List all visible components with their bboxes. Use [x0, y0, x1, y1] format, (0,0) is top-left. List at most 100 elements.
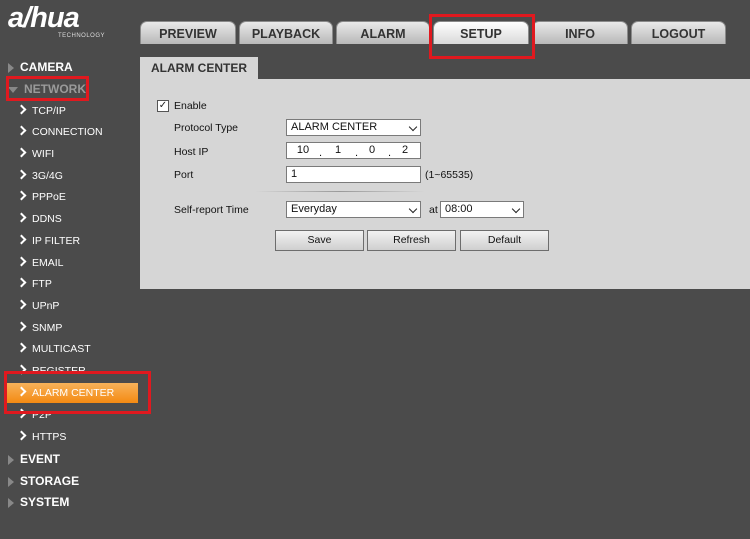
chevron-right-icon [16, 169, 27, 180]
tab-info[interactable]: INFO [532, 21, 628, 44]
sidebar-item-ftp[interactable]: FTP [16, 274, 52, 294]
sidebar-item-label: FTP [32, 278, 52, 290]
chevron-right-icon [16, 147, 27, 158]
ip-octet-4[interactable]: 2 [394, 143, 416, 158]
chevron-right-icon [16, 234, 27, 245]
collapsed-arrow-icon [8, 62, 14, 73]
tab-preview[interactable]: PREVIEW [140, 21, 236, 44]
sidebar-item-label: PPPoE [32, 191, 66, 203]
sidebar-section-storage[interactable]: STORAGE [8, 471, 79, 491]
sidebar-item-register[interactable]: REGISTER [16, 361, 86, 381]
sidebar-item-wifi[interactable]: WIFI [16, 144, 54, 164]
tab-alarm[interactable]: ALARM [336, 21, 430, 44]
host-ip-input[interactable]: 10 . 1 . 0 . 2 [286, 142, 421, 159]
sidebar-section-label: EVENT [20, 452, 61, 466]
sidebar-item-3g4g[interactable]: 3G/4G [16, 166, 63, 186]
sidebar-section-label: CAMERA [20, 60, 73, 74]
sidebar-item-label: SNMP [32, 322, 63, 334]
logo-wordmark: a/hua [8, 2, 80, 34]
sidebar-item-label: DDNS [32, 213, 62, 225]
sidebar-item-ip-filter[interactable]: IP FILTER [16, 231, 80, 251]
save-button[interactable]: Save [275, 230, 364, 251]
chevron-right-icon [16, 125, 27, 136]
chevron-down-icon [408, 122, 418, 132]
sidebar-item-label: CONNECTION [32, 126, 103, 138]
port-label: Port [174, 169, 194, 181]
sidebar-item-ddns[interactable]: DDNS [16, 209, 62, 229]
sidebar-item-label: HTTPS [32, 431, 67, 443]
chevron-right-icon [16, 364, 27, 375]
ip-dot: . [388, 147, 392, 159]
chevron-right-icon [16, 386, 27, 397]
protocol-type-label: Protocol Type [174, 122, 239, 134]
ip-octet-2[interactable]: 1 [327, 143, 349, 158]
enable-checkbox[interactable]: ✓ [157, 100, 169, 112]
ip-dot: . [319, 147, 323, 159]
sidebar-item-label: TCP/IP [32, 105, 66, 117]
ip-octet-1[interactable]: 10 [292, 143, 314, 158]
tab-playback[interactable]: PLAYBACK [239, 21, 333, 44]
sidebar-section-label: STORAGE [20, 474, 80, 488]
expanded-arrow-icon [8, 86, 18, 93]
chevron-right-icon [16, 430, 27, 441]
self-report-day-select[interactable]: Everyday [286, 201, 421, 218]
chevron-right-icon [16, 256, 27, 267]
sidebar-section-label: SYSTEM [20, 495, 70, 509]
collapsed-arrow-icon [8, 454, 14, 465]
refresh-button[interactable]: Refresh [367, 230, 456, 251]
self-report-time-select[interactable]: 08:00 [440, 201, 524, 218]
section-divider [255, 191, 425, 192]
sidebar-item-multicast[interactable]: MULTICAST [16, 339, 91, 359]
sidebar-item-snmp[interactable]: SNMP [16, 318, 62, 338]
self-report-time-label: Self-report Time [174, 204, 249, 216]
ip-dot: . [355, 147, 359, 159]
sidebar-item-email[interactable]: EMAIL [16, 253, 64, 273]
sidebar-section-label: NETWORK [24, 82, 86, 96]
sidebar-section-camera[interactable]: CAMERA [8, 57, 73, 77]
at-label: at [429, 204, 438, 216]
collapsed-arrow-icon [8, 497, 14, 508]
chevron-down-icon [511, 204, 521, 214]
sidebar-item-label: 3G/4G [32, 170, 63, 182]
sidebar-item-label: IP FILTER [32, 235, 81, 247]
protocol-type-select[interactable]: ALARM CENTER [286, 119, 421, 136]
default-button[interactable]: Default [460, 230, 549, 251]
ip-octet-3[interactable]: 0 [361, 143, 383, 158]
sidebar-item-tcpip[interactable]: TCP/IP [16, 101, 66, 121]
sidebar-item-label: WIFI [32, 148, 55, 160]
chevron-right-icon [16, 190, 27, 201]
sidebar-item-https[interactable]: HTTPS [16, 427, 66, 447]
dahua-logo: a/hua TECHNOLOGY [8, 2, 120, 44]
enable-label: Enable [174, 100, 207, 112]
sidebar-item-connection[interactable]: CONNECTION [16, 122, 103, 142]
sidebar-item-label: ALARM CENTER [32, 387, 115, 399]
tab-setup[interactable]: SETUP [433, 21, 529, 44]
chevron-right-icon [16, 277, 27, 288]
sidebar-item-label: REGISTER [32, 365, 86, 377]
self-report-time-value: 08:00 [445, 203, 473, 215]
sidebar-item-label: MULTICAST [32, 343, 91, 355]
sidebar-item-label: EMAIL [32, 257, 64, 269]
sidebar-section-network[interactable]: NETWORK [8, 79, 86, 99]
protocol-type-value: ALARM CENTER [291, 121, 378, 133]
chevron-right-icon [16, 342, 27, 353]
sidebar-item-pppoe[interactable]: PPPoE [16, 187, 66, 207]
sidebar-item-p2p[interactable]: P2P [16, 405, 52, 425]
sidebar-section-event[interactable]: EVENT [8, 449, 60, 469]
chevron-right-icon [16, 299, 27, 310]
host-ip-label: Host IP [174, 146, 209, 158]
sidebar-section-system[interactable]: SYSTEM [8, 492, 69, 512]
port-range-hint: (1~65535) [425, 169, 474, 181]
tab-logout[interactable]: LOGOUT [631, 21, 726, 44]
port-input[interactable]: 1 [286, 166, 421, 183]
panel-title-tab: ALARM CENTER [140, 57, 258, 80]
alarm-center-panel: ✓ Enable Protocol Type ALARM CENTER Host… [140, 79, 750, 289]
chevron-right-icon [16, 104, 27, 115]
chevron-right-icon [16, 212, 27, 223]
sidebar-item-upnp[interactable]: UPnP [16, 296, 59, 316]
chevron-right-icon [16, 321, 27, 332]
sidebar-item-label: UPnP [32, 300, 60, 312]
chevron-down-icon [408, 204, 418, 214]
sidebar-item-alarm-center[interactable]: ALARM CENTER [6, 383, 138, 403]
chevron-right-icon [16, 408, 27, 419]
